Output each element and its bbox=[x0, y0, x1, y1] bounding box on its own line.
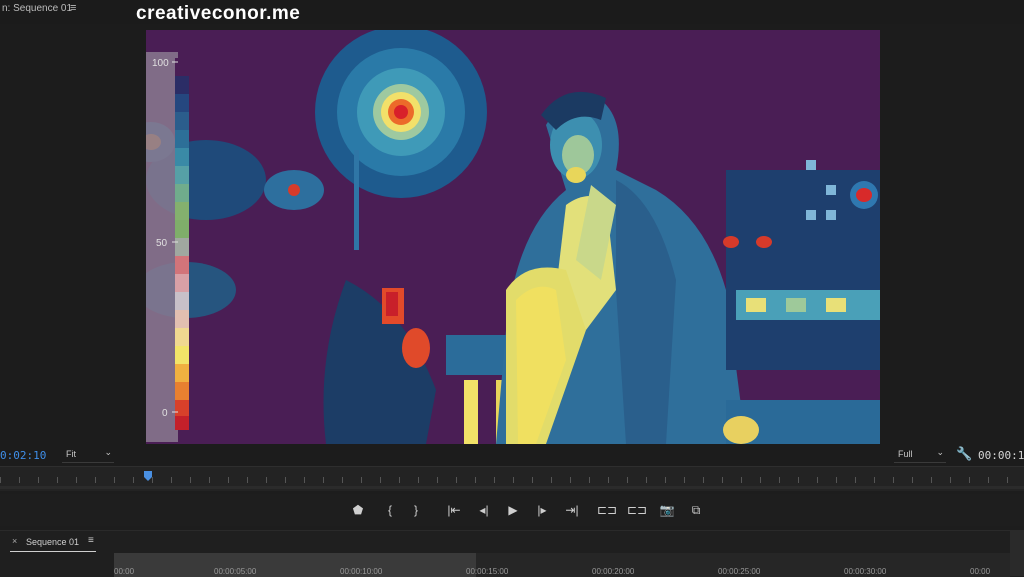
chevron-down-icon: ⌄ bbox=[104, 447, 112, 457]
ruler-label: 00:00:10:00 bbox=[340, 567, 383, 576]
overwrite-button[interactable]: ⊏⊐ bbox=[627, 501, 647, 519]
ruler-ticks bbox=[0, 477, 1024, 483]
export-frame-button[interactable]: 📷 bbox=[657, 501, 677, 519]
zoom-level-select[interactable]: Fit ⌄ bbox=[62, 447, 114, 463]
insert-button[interactable]: ⊏⊐ bbox=[597, 501, 617, 519]
transport-controls: ⬟ { } |⇤ ◂| ▶ |▸ ⇥| ⊏⊐ ⊏⊐ 📷 ⧉ bbox=[0, 494, 1024, 526]
go-to-in-button[interactable]: |⇤ bbox=[444, 501, 464, 519]
mark-out-button[interactable]: } bbox=[406, 501, 426, 519]
work-area-bar[interactable] bbox=[114, 553, 476, 577]
playback-resolution-value: Full bbox=[898, 449, 913, 459]
comparison-view-button[interactable]: ⧉ bbox=[686, 501, 706, 519]
step-back-button[interactable]: ◂| bbox=[474, 501, 494, 519]
watermark: creativeconor.me bbox=[136, 3, 301, 24]
play-button[interactable]: ▶ bbox=[503, 501, 523, 519]
ruler-label: 00:00:30:00 bbox=[844, 567, 887, 576]
playhead-timecode[interactable]: 0:02:10 bbox=[0, 449, 46, 462]
ruler-label: 00:00:20:00 bbox=[592, 567, 635, 576]
ruler-label: 00:00:05:00 bbox=[214, 567, 257, 576]
panel-menu-icon[interactable]: ≡ bbox=[70, 2, 76, 14]
scale-label-mid: 50 bbox=[156, 238, 168, 249]
video-frame[interactable]: 100 50 0 bbox=[146, 30, 880, 444]
scale-label-bottom: 0 bbox=[162, 408, 168, 419]
timeline-ruler[interactable]: 00:00 00:00:05:00 00:00:10:00 00:00:15:0… bbox=[114, 553, 1010, 577]
ruler-label: 00:00:25:00 bbox=[718, 567, 761, 576]
time-ruler-scrubber[interactable] bbox=[0, 466, 1024, 491]
tab-sequence-01[interactable]: × Sequence 01 ≡ bbox=[10, 535, 96, 552]
monitor-controls bbox=[0, 446, 1024, 466]
timeline-panel: × Sequence 01 ≡ 00:00 00:00:05:00 00:00:… bbox=[0, 530, 1024, 577]
go-to-out-button[interactable]: ⇥| bbox=[562, 501, 582, 519]
wrench-icon[interactable]: 🔧 bbox=[956, 446, 972, 462]
false-color-image: 100 50 0 bbox=[146, 30, 880, 444]
zoom-scrollbar[interactable] bbox=[0, 486, 1024, 489]
duration-timecode: 00:00:14 bbox=[978, 449, 1024, 462]
step-forward-button[interactable]: |▸ bbox=[532, 501, 552, 519]
chevron-down-icon: ⌄ bbox=[936, 447, 944, 457]
vertical-scrollbar[interactable] bbox=[1010, 530, 1024, 576]
panel-title[interactable]: n: Sequence 01 bbox=[2, 3, 72, 14]
tab-label: Sequence 01 bbox=[26, 537, 80, 547]
close-icon[interactable]: × bbox=[12, 536, 17, 546]
zoom-level-value: Fit bbox=[66, 449, 76, 459]
ruler-label: 00:00:15:00 bbox=[466, 567, 509, 576]
playback-resolution-select[interactable]: Full ⌄ bbox=[894, 447, 946, 463]
program-monitor-header: n: Sequence 01 ≡ creativeconor.me bbox=[0, 0, 1024, 24]
ruler-label: 00:00 bbox=[970, 567, 991, 576]
ruler-label: 00:00 bbox=[114, 567, 135, 576]
mark-in-button[interactable]: { bbox=[380, 501, 400, 519]
add-marker-button[interactable]: ⬟ bbox=[348, 501, 368, 519]
panel-menu-icon[interactable]: ≡ bbox=[88, 535, 94, 546]
scale-label-top: 100 bbox=[152, 58, 169, 69]
